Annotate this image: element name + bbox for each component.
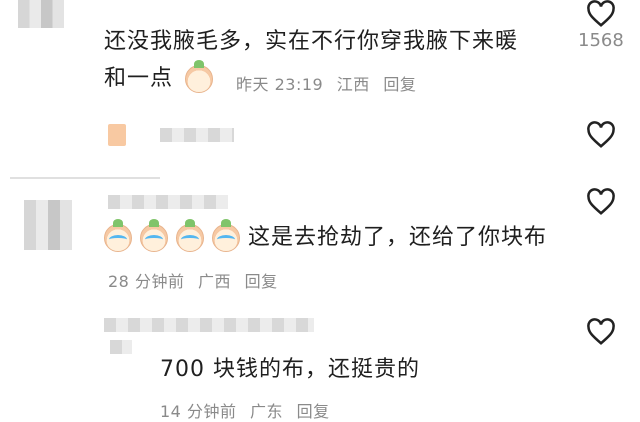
avatar-blurred[interactable] xyxy=(18,0,64,28)
reply-button[interactable]: 回复 xyxy=(297,402,330,421)
laughing-crying-emoji-icon xyxy=(176,219,204,252)
reply-button[interactable]: 回复 xyxy=(383,75,416,94)
blurred-username xyxy=(108,124,126,146)
comment-text: 700 块钱的布，还挺贵的 xyxy=(160,352,420,388)
blurred-username xyxy=(108,195,228,209)
laughing-crying-emoji-icon xyxy=(104,219,132,252)
comment-location: 江西 xyxy=(336,75,370,94)
comment-text: 还没我腋毛多，实在不行你穿我腋下来暖 xyxy=(104,24,574,60)
comment-location: 广西 xyxy=(198,272,232,291)
comment-text-continuation: 和一点 xyxy=(104,60,214,97)
comment-time: 昨天 23:19 xyxy=(236,75,324,94)
comment-text-line: 这是去抢劫了，还给了你块布 xyxy=(248,225,548,250)
comment-text: 这是去抢劫了，还给了你块布 xyxy=(104,219,548,256)
laughing-emoji-icon xyxy=(185,60,214,93)
comment-text-line: 还没我腋毛多，实在不行你穿我腋下来暖 xyxy=(104,29,519,54)
heart-outline-icon[interactable] xyxy=(586,121,616,149)
divider xyxy=(10,177,160,179)
like-count: 1568 xyxy=(578,30,624,51)
comment-meta: 昨天 23:19 江西 回复 xyxy=(236,71,424,95)
reply-button[interactable]: 回复 xyxy=(245,272,278,291)
comment-meta: 28 分钟前 广西 回复 xyxy=(108,268,286,292)
comment-text-line: 700 块钱的布，还挺贵的 xyxy=(160,357,420,382)
heart-outline-icon[interactable] xyxy=(586,318,616,346)
laughing-crying-emoji-icon xyxy=(140,219,168,252)
blurred-username xyxy=(110,340,132,354)
comment-meta: 14 分钟前 广东 回复 xyxy=(160,398,338,422)
laughing-crying-emoji-icon xyxy=(212,219,240,252)
comment-location: 广东 xyxy=(250,402,284,421)
blurred-username xyxy=(160,128,234,142)
comment-text-line: 和一点 xyxy=(104,66,174,91)
blurred-username xyxy=(104,318,314,332)
comment-time: 14 分钟前 xyxy=(160,402,237,421)
avatar-blurred[interactable] xyxy=(24,200,72,250)
heart-outline-icon[interactable] xyxy=(586,188,616,216)
heart-outline-icon[interactable] xyxy=(586,0,616,28)
comment-time: 28 分钟前 xyxy=(108,272,185,291)
